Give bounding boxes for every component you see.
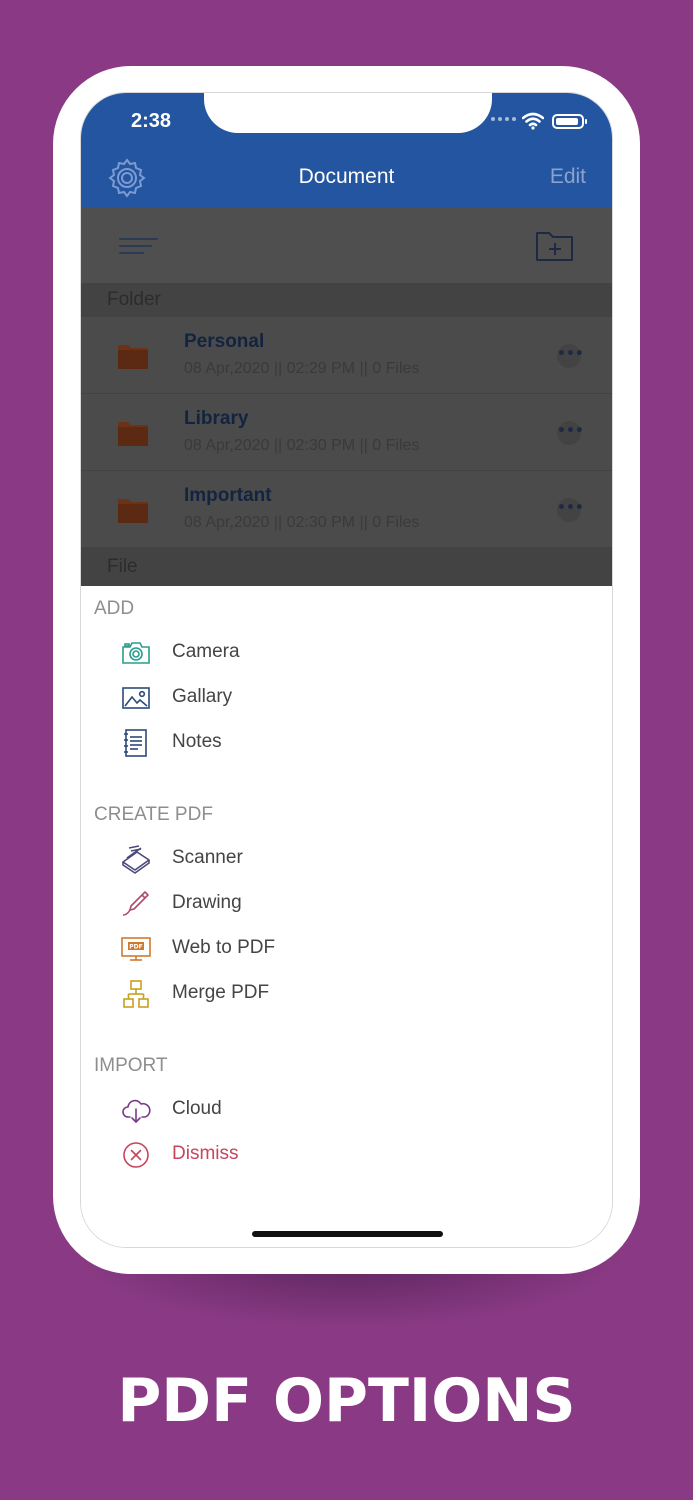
folder-name: Library (184, 408, 249, 429)
folder-icon (118, 345, 148, 369)
image-icon (122, 687, 150, 709)
more-options-icon[interactable]: ••• (557, 344, 584, 368)
folder-meta: 08 Apr,2020 || 02:30 PM || 0 Files (184, 514, 420, 531)
svg-text:PDF: PDF (129, 944, 142, 951)
folder-section-header: Folder (81, 283, 612, 317)
gallery-option[interactable]: Gallary (121, 680, 421, 716)
more-options-icon[interactable]: ••• (557, 498, 584, 522)
web-pdf-icon: PDF (121, 937, 151, 961)
camera-option[interactable]: Camera (121, 635, 421, 671)
dismiss-label: Dismiss (172, 1143, 239, 1164)
create-pdf-section-label: CREATE PDF (94, 804, 213, 825)
close-circle-icon (123, 1142, 149, 1168)
cloud-label: Cloud (172, 1098, 222, 1119)
gallery-label: Gallary (172, 686, 233, 707)
edit-button[interactable]: Edit (550, 165, 586, 189)
list-toolbar (81, 207, 612, 283)
web-to-pdf-option[interactable]: PDF Web to PDF (121, 931, 421, 967)
camera-label: Camera (172, 641, 240, 662)
battery-icon (552, 114, 587, 129)
dismiss-option[interactable]: Dismiss (121, 1137, 421, 1173)
more-options-icon[interactable]: ••• (557, 421, 584, 445)
status-time: 2:38 (131, 110, 172, 132)
folder-row[interactable]: Important 08 Apr,2020 || 02:30 PM || 0 F… (81, 471, 612, 548)
drawing-option[interactable]: Drawing (121, 886, 421, 922)
merge-icon (123, 980, 149, 1008)
pen-icon (122, 891, 149, 916)
file-section-header: File (81, 548, 612, 586)
merge-pdf-label: Merge PDF (172, 982, 270, 1003)
notes-option[interactable]: Notes (121, 725, 421, 761)
add-section-label: ADD (94, 598, 135, 619)
folder-meta: 08 Apr,2020 || 02:30 PM || 0 Files (184, 437, 420, 454)
notes-label: Notes (172, 731, 222, 752)
folder-name: Important (184, 485, 272, 506)
nav-header: 2:38 Document Edit (81, 93, 612, 207)
scanner-label: Scanner (172, 847, 243, 868)
folder-row[interactable]: Personal 08 Apr,2020 || 02:29 PM || 0 Fi… (81, 317, 612, 394)
scanner-option[interactable]: Scanner (121, 841, 421, 877)
signal-icon (491, 117, 516, 121)
page-title: Document (298, 165, 395, 188)
web-to-pdf-label: Web to PDF (172, 937, 276, 958)
dimmed-document-list: Folder Personal 08 Apr,2020 || 02:29 PM … (81, 207, 612, 586)
phone-screen: 2:38 Document Edit Folder Personal 08 Ap… (80, 92, 613, 1248)
promo-caption: PDF OPTIONS (117, 1366, 576, 1436)
camera-icon (122, 642, 150, 664)
notes-icon (124, 729, 147, 757)
cloud-option[interactable]: Cloud (121, 1092, 421, 1128)
folder-icon (118, 499, 148, 523)
folder-icon (118, 422, 148, 446)
notch (204, 93, 492, 133)
folder-meta: 08 Apr,2020 || 02:29 PM || 0 Files (184, 360, 420, 377)
home-indicator (252, 1231, 443, 1237)
pdf-options-sheet: ADD Camera Gallary Notes CREATE PDF Scan… (81, 586, 612, 1247)
folder-row[interactable]: Library 08 Apr,2020 || 02:30 PM || 0 Fil… (81, 394, 612, 471)
wifi-icon (522, 112, 544, 130)
scanner-icon (122, 845, 150, 874)
import-section-label: IMPORT (94, 1055, 168, 1076)
folder-name: Personal (184, 331, 265, 352)
new-folder-icon[interactable] (535, 229, 575, 263)
drawing-label: Drawing (172, 892, 242, 913)
cloud-download-icon (122, 1099, 151, 1123)
sort-menu-icon[interactable] (119, 237, 159, 257)
merge-pdf-option[interactable]: Merge PDF (121, 976, 421, 1012)
